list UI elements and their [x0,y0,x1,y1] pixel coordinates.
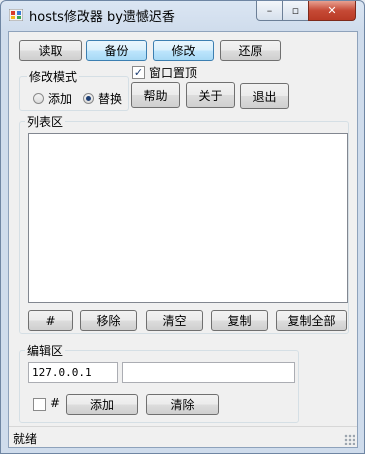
main-window: hosts修改器 by遗憾迟香 – ▫ ✕ 读取 备份 修改 还原 修改模式 添… [0,0,365,454]
help-button[interactable]: 帮助 [131,82,180,108]
resize-grip-icon[interactable] [344,434,355,445]
list-hash-button[interactable]: # [28,310,73,331]
edit-hash-label[interactable]: # [50,396,60,410]
maximize-icon: ▫ [291,4,300,17]
minimize-icon: – [266,4,273,17]
topmost-checkbox[interactable]: ✓ [132,66,145,79]
modify-button[interactable]: 修改 [153,40,214,61]
mode-replace-radio[interactable] [83,93,94,104]
edit-group-label: 编辑区 [25,342,66,359]
list-copy-all-button[interactable]: 复制全部 [276,310,347,331]
window-title: hosts修改器 by遗憾迟香 [29,10,175,25]
edit-add-button[interactable]: 添加 [66,394,138,415]
maximize-button[interactable]: ▫ [282,1,309,21]
mode-add-radio[interactable] [33,93,44,104]
mode-add-label[interactable]: 添加 [48,90,72,107]
edit-clear-button[interactable]: 清除 [146,394,219,415]
topmost-label[interactable]: 窗口置顶 [149,64,197,81]
list-clear-button[interactable]: 清空 [146,310,203,331]
list-copy-button[interactable]: 复制 [211,310,268,331]
backup-button[interactable]: 备份 [86,40,147,61]
title-bar[interactable]: hosts修改器 by遗憾迟香 – ▫ ✕ [1,1,364,29]
restore-button[interactable]: 还原 [220,40,281,61]
minimize-button[interactable]: – [256,1,283,21]
hostname-input[interactable] [122,362,295,383]
close-icon: ✕ [327,4,337,17]
mode-group-label: 修改模式 [27,68,80,85]
check-icon: ✓ [133,66,144,79]
exit-button[interactable]: 退出 [240,83,289,109]
list-remove-button[interactable]: 移除 [80,310,137,331]
status-text: 就绪 [13,432,38,446]
app-icon [9,9,23,21]
close-button[interactable]: ✕ [308,1,356,21]
hosts-listbox[interactable] [28,133,348,303]
status-bar: 就绪 [9,426,357,447]
client-area: 读取 备份 修改 还原 修改模式 添加 替换 ✓ 窗口置顶 帮助 关于 退出 列… [8,31,358,448]
edit-hash-checkbox[interactable] [33,398,46,411]
read-button[interactable]: 读取 [19,40,82,61]
list-group-label: 列表区 [25,113,66,130]
mode-replace-label[interactable]: 替换 [98,90,122,107]
about-button[interactable]: 关于 [186,82,235,108]
ip-input[interactable] [28,362,118,383]
